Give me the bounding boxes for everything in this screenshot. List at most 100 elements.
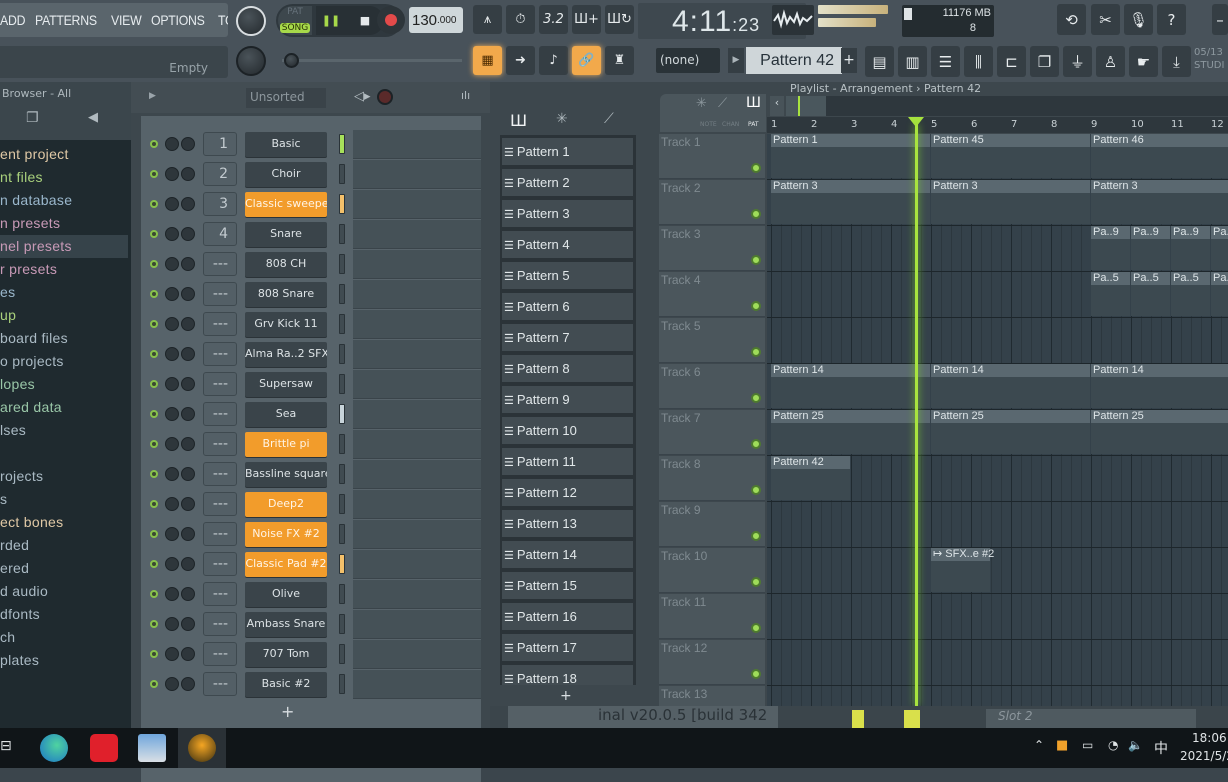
track-enable-toggle[interactable] [751, 485, 761, 495]
piano-roll-button[interactable]: ▥ [898, 46, 927, 77]
channel-mute-led[interactable] [150, 140, 158, 148]
channel-volume-knob[interactable] [165, 137, 179, 151]
edge-icon[interactable] [40, 734, 68, 762]
playlist-clip[interactable]: Pattern 3 [771, 180, 930, 224]
clock-time[interactable]: 18:06 [1192, 731, 1227, 745]
pattern-list-item[interactable]: ☰ Pattern 15 [502, 572, 633, 599]
playlist-clip[interactable]: Pattern 14 [931, 364, 1090, 408]
master-slider-track[interactable] [282, 59, 462, 62]
tray-expand-icon[interactable]: ⌃ [1034, 738, 1044, 752]
channel-step-area[interactable] [353, 670, 481, 699]
channel-mute-led[interactable] [150, 350, 158, 358]
browser-item[interactable]: plates [0, 652, 39, 668]
browser-item[interactable]: s [0, 491, 7, 507]
pattern-list-item[interactable]: ☰ Pattern 17 [502, 634, 633, 661]
channel-pan-knob[interactable] [181, 497, 195, 511]
channel-mixer-track[interactable]: --- [203, 462, 237, 486]
mixer-button[interactable]: ⫼ [964, 46, 993, 77]
pattern-list-item[interactable]: ☰ Pattern 18 [502, 665, 633, 685]
track-enable-toggle[interactable] [751, 301, 761, 311]
automation-icon[interactable]: ⟋ [604, 111, 614, 127]
channel-mixer-track[interactable]: --- [203, 312, 237, 336]
menu-add[interactable]: ADD [0, 12, 25, 28]
track-header[interactable]: Track 8 [659, 456, 765, 501]
menu-options[interactable]: OPTIONS [151, 12, 205, 28]
browser-item[interactable]: up [0, 307, 16, 323]
graph-editor-icon[interactable]: ılı [461, 89, 470, 102]
channel-mixer-track[interactable]: 2 [203, 162, 237, 186]
main-pitch-knob[interactable] [236, 46, 266, 76]
main-volume-knob[interactable] [236, 6, 266, 36]
battery-icon[interactable]: ▭ [1082, 738, 1093, 752]
rack-menu-arrow[interactable]: ▶ [149, 91, 156, 101]
channel-name-button[interactable]: 707 Tom [245, 642, 327, 667]
channel-volume-knob[interactable] [165, 497, 179, 511]
channel-mixer-track[interactable]: --- [203, 252, 237, 276]
playlist-clip[interactable]: Pattern 25 [1091, 410, 1228, 454]
track-enable-toggle[interactable] [751, 347, 761, 357]
loop-record-button[interactable]: Ш↻ [605, 5, 634, 34]
channel-step-area[interactable] [353, 310, 481, 339]
channel-volume-knob[interactable] [165, 197, 179, 211]
channel-mute-led[interactable] [150, 380, 158, 388]
track-enable-toggle[interactable] [751, 255, 761, 265]
playlist-clip[interactable]: Pa..5 [1131, 272, 1170, 316]
channel-mixer-track[interactable]: --- [203, 432, 237, 456]
volume-icon[interactable]: 🔈 [1128, 738, 1143, 752]
channel-name-button[interactable]: Choir [245, 162, 327, 187]
channel-select-indicator[interactable] [339, 314, 345, 334]
channel-step-area[interactable] [353, 430, 481, 459]
minimize-button[interactable]: – [1212, 4, 1228, 35]
add-channel-button[interactable]: + [281, 702, 294, 721]
track-header[interactable]: Track 3 [659, 226, 765, 271]
browser-item[interactable]: rojects [0, 468, 43, 484]
channel-pan-knob[interactable] [181, 377, 195, 391]
playlist-clip[interactable]: Pattern 42 [771, 456, 850, 500]
step-edit-button[interactable]: Ш+ [572, 5, 601, 34]
blend-notes-button[interactable]: ♪ [539, 46, 568, 75]
channel-volume-knob[interactable] [165, 587, 179, 601]
channel-volume-knob[interactable] [165, 287, 179, 301]
channel-select-indicator[interactable] [339, 224, 345, 244]
track-enable-toggle[interactable] [751, 669, 761, 679]
channel-name-button[interactable]: Noise FX #2 [245, 522, 327, 547]
channel-step-area[interactable] [353, 460, 481, 489]
channel-name-button[interactable]: 808 Snare [245, 282, 327, 307]
record-button[interactable] [377, 6, 405, 34]
countdown-button[interactable]: 3.2 [539, 5, 568, 34]
channel-volume-knob[interactable] [165, 227, 179, 241]
channel-select-indicator[interactable] [339, 434, 345, 454]
track-enable-toggle[interactable] [751, 531, 761, 541]
tray-camera-icon[interactable]: ■ [1056, 738, 1068, 753]
channel-pan-knob[interactable] [181, 617, 195, 631]
track-enable-toggle[interactable] [751, 623, 761, 633]
channel-step-area[interactable] [353, 370, 481, 399]
channel-pan-knob[interactable] [181, 467, 195, 481]
channel-mixer-track[interactable]: 1 [203, 132, 237, 156]
pattern-list-item[interactable]: ☰ Pattern 2 [502, 169, 633, 196]
playlist-clip[interactable]: ↦ SFX..e #2 [931, 548, 994, 592]
wait-for-input-button[interactable]: ⏱ [506, 5, 535, 34]
channel-volume-knob[interactable] [165, 467, 179, 481]
playlist-clip[interactable]: Pattern 1 [771, 134, 930, 178]
playlist-clip[interactable]: Pattern 14 [771, 364, 930, 408]
channel-mixer-track[interactable]: --- [203, 492, 237, 516]
channel-name-button[interactable]: Basic #2 [245, 672, 327, 697]
add-pattern-list-button[interactable]: + [560, 688, 572, 704]
channel-mixer-track[interactable]: --- [203, 612, 237, 636]
channel-name-button[interactable]: Classic Pad #2 [245, 552, 327, 577]
pattern-list-item[interactable]: ☰ Pattern 3 [502, 200, 633, 227]
track-header[interactable]: Track 4 [659, 272, 765, 317]
channel-volume-knob[interactable] [165, 347, 179, 361]
channel-volume-knob[interactable] [165, 257, 179, 271]
channel-mixer-track[interactable]: --- [203, 552, 237, 576]
channel-name-button[interactable]: Grv Kick 11 [245, 312, 327, 337]
channel-select-indicator[interactable] [339, 164, 345, 184]
track-header[interactable]: Track 10 [659, 548, 765, 593]
menu-view[interactable]: VIEW [111, 12, 142, 28]
channel-mixer-track[interactable]: --- [203, 672, 237, 696]
track-header[interactable]: Track 7 [659, 410, 765, 455]
playlist-clip[interactable]: Pa..5 [1171, 272, 1210, 316]
pattern-list-item[interactable]: ☰ Pattern 14 [502, 541, 633, 568]
track-header[interactable]: Track 6 [659, 364, 765, 409]
